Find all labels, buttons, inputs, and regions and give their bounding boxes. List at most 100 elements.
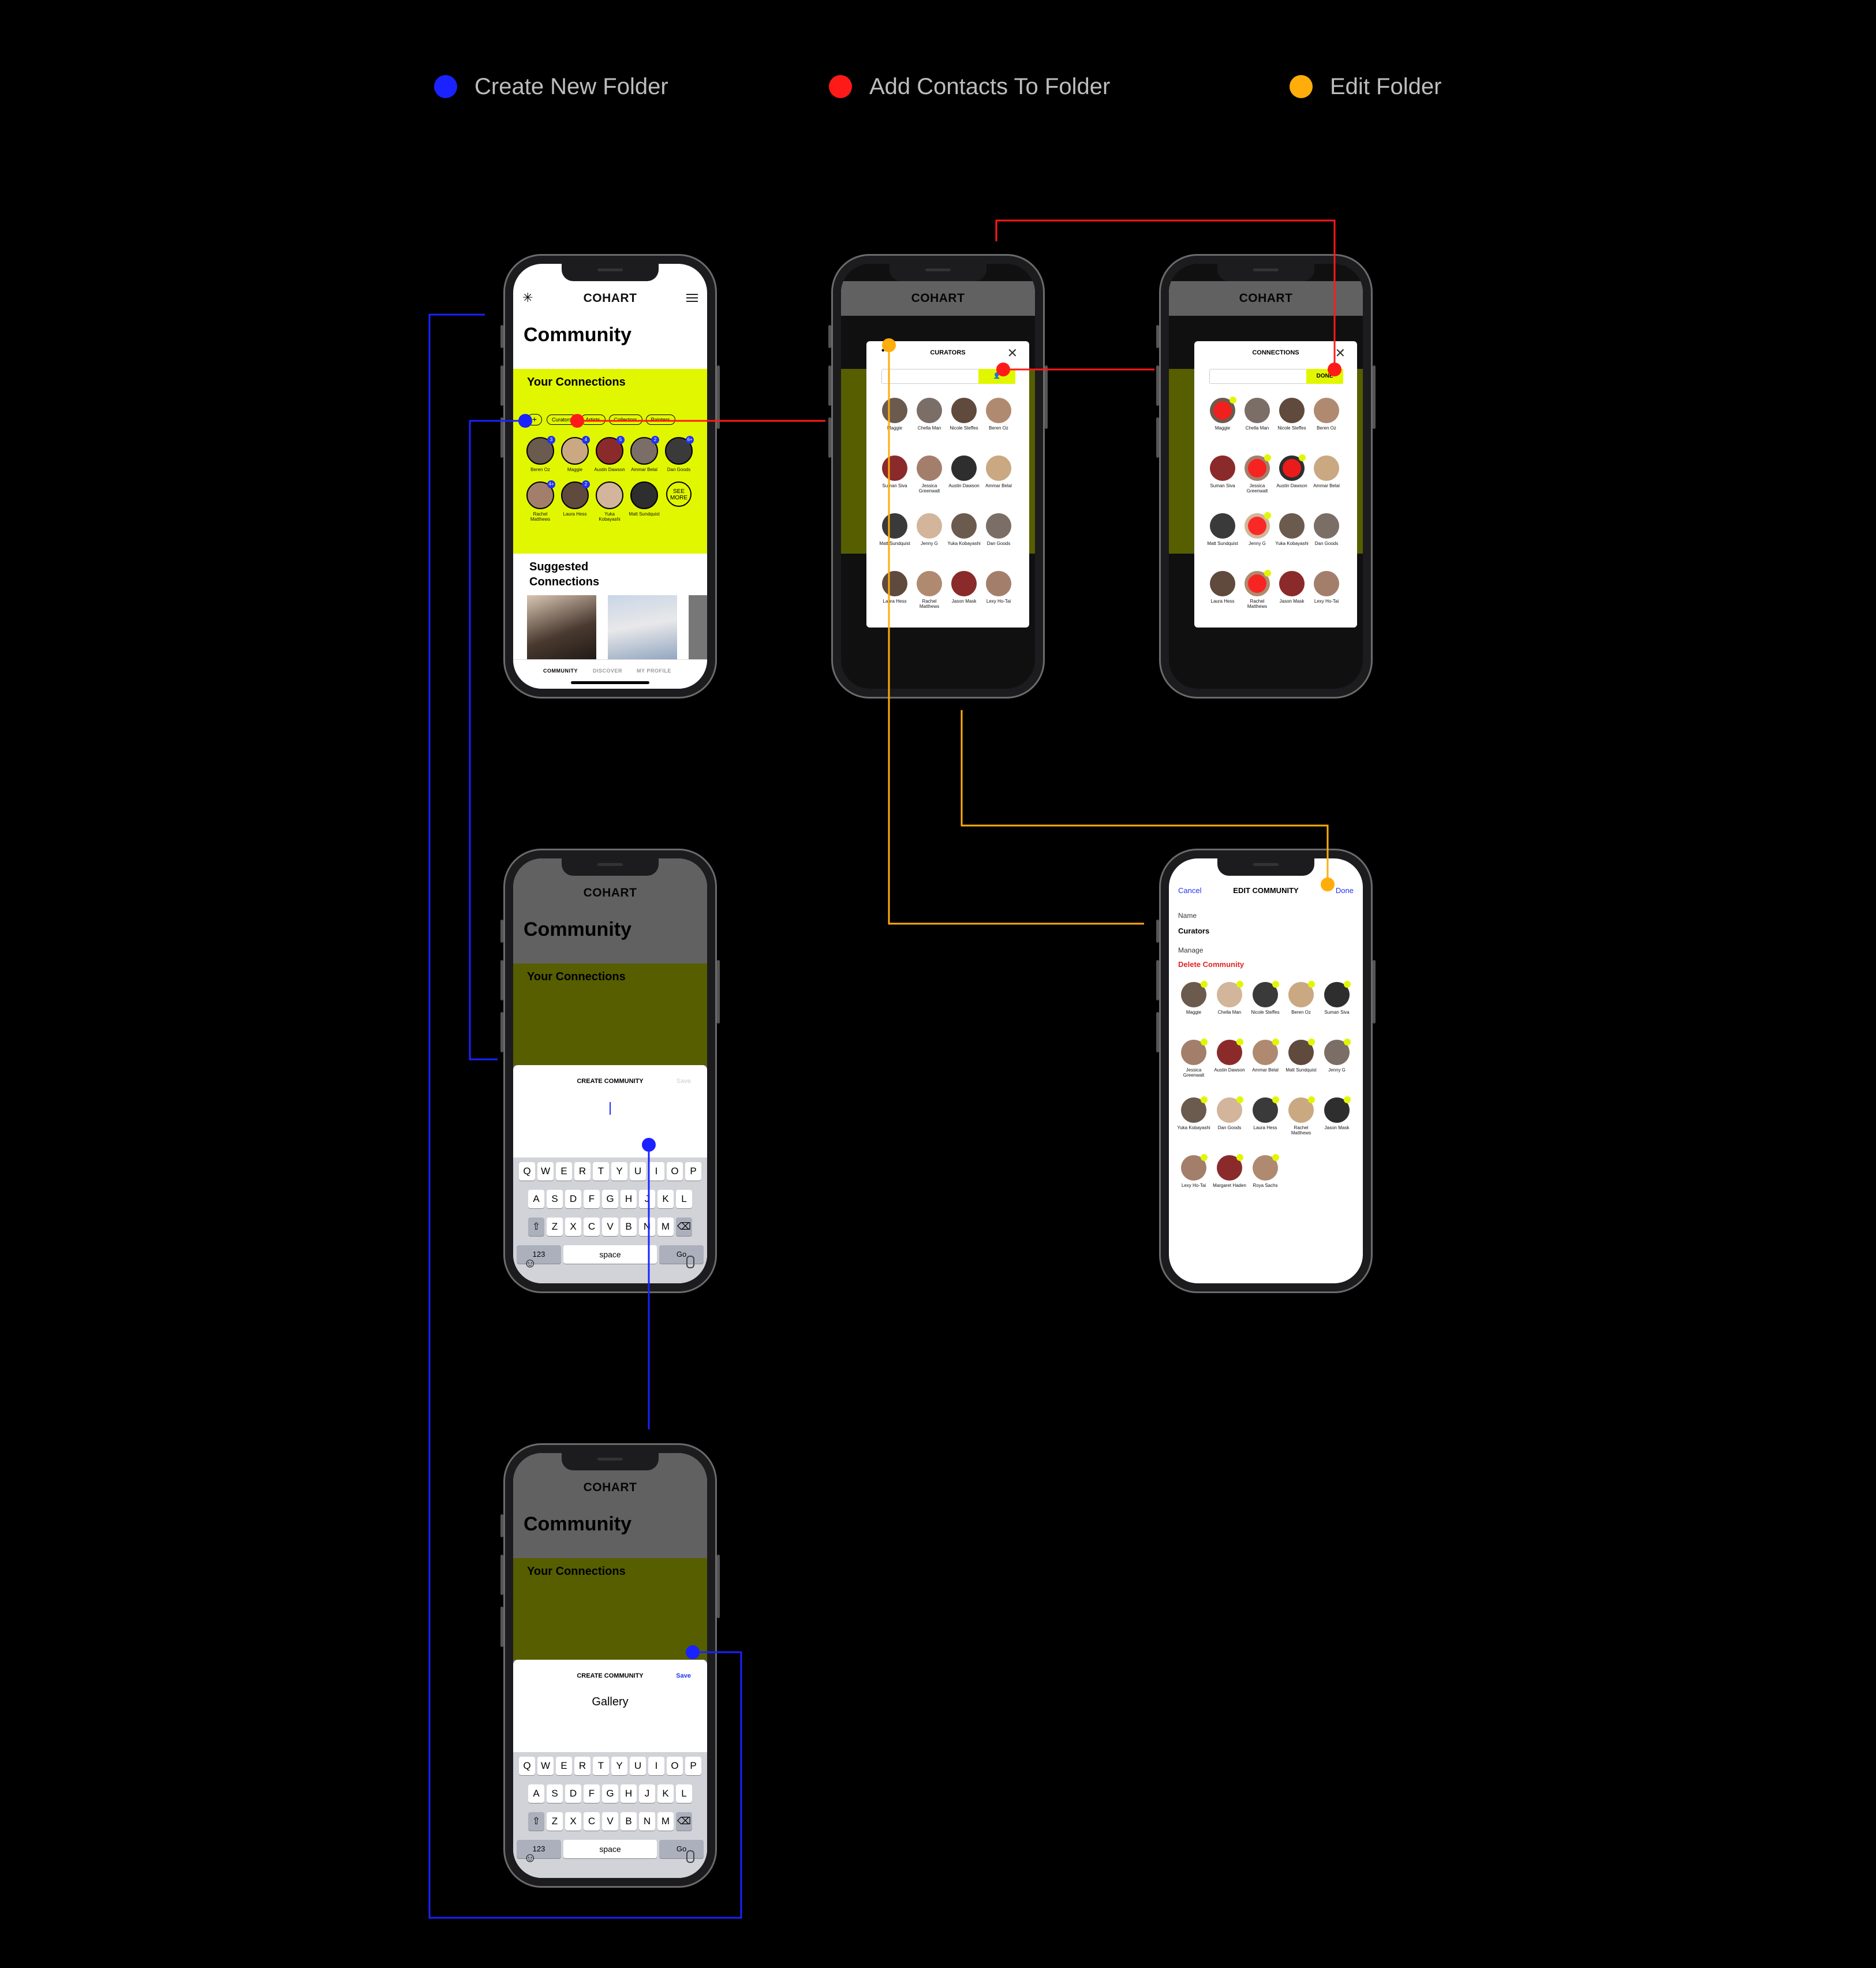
go-key[interactable]: Go: [659, 1840, 704, 1858]
key-c[interactable]: C: [584, 1218, 600, 1236]
key-r[interactable]: R: [574, 1162, 591, 1181]
suggested-photo[interactable]: [689, 595, 707, 663]
key-u[interactable]: U: [630, 1757, 646, 1775]
person-item[interactable]: Maggie: [1206, 397, 1239, 447]
connection-avatar[interactable]: 2 Laura Hess: [559, 480, 591, 522]
remove-icon[interactable]: [1308, 1039, 1315, 1045]
person-item[interactable]: Laura Hess: [1206, 571, 1239, 621]
chip-curators[interactable]: Curators: [547, 414, 577, 425]
person-item[interactable]: Nicole Steffes: [1275, 398, 1309, 447]
person-item[interactable]: Laura Hess: [878, 571, 911, 621]
remove-icon[interactable]: [1272, 1039, 1279, 1045]
remove-icon[interactable]: [1308, 981, 1315, 988]
person-item[interactable]: Austin Dawson: [1275, 454, 1309, 505]
tab-community[interactable]: COMMUNITY: [543, 668, 578, 674]
member-item[interactable]: Jessica Greenwalt: [1176, 1039, 1212, 1092]
remove-icon[interactable]: [1201, 1039, 1208, 1045]
person-item[interactable]: Yuka Kobayashi: [947, 513, 981, 563]
chip-artists[interactable]: Artists: [580, 414, 606, 425]
shift-icon[interactable]: ⇧: [528, 1218, 544, 1236]
key-d[interactable]: D: [565, 1784, 581, 1803]
remove-icon[interactable]: [1272, 1154, 1279, 1161]
key-a[interactable]: A: [528, 1784, 544, 1803]
name-field[interactable]: Curators: [1178, 927, 1209, 935]
key-i[interactable]: I: [648, 1162, 664, 1181]
go-key[interactable]: Go: [659, 1245, 704, 1264]
person-item[interactable]: Suman Siva: [878, 455, 911, 505]
hamburger-menu-icon[interactable]: [686, 294, 698, 302]
key-k[interactable]: K: [657, 1784, 674, 1803]
key-g[interactable]: G: [602, 1784, 618, 1803]
key-k[interactable]: K: [657, 1190, 674, 1208]
key-v[interactable]: V: [602, 1218, 618, 1236]
connection-avatar[interactable]: Matt Sundquist: [629, 481, 660, 522]
done-button[interactable]: DONE: [1306, 369, 1343, 384]
member-item[interactable]: Lexy Ho-Tai: [1176, 1154, 1212, 1207]
remove-icon[interactable]: [1201, 981, 1208, 988]
key-g[interactable]: G: [602, 1190, 618, 1208]
key-x[interactable]: X: [565, 1812, 581, 1831]
connection-avatar[interactable]: 2 Ammar Belal: [629, 436, 660, 472]
text-caret[interactable]: [610, 1102, 611, 1115]
person-item[interactable]: Beren Oz: [1310, 398, 1343, 447]
key-s[interactable]: S: [547, 1190, 563, 1208]
remove-icon[interactable]: [1236, 1096, 1243, 1103]
key-j[interactable]: J: [639, 1784, 655, 1803]
connection-avatar[interactable]: 5 Austin Dawson: [594, 436, 625, 472]
member-item[interactable]: Rachel Matthews: [1283, 1096, 1319, 1149]
connection-avatar[interactable]: 4+ Rachel Matthews: [525, 480, 556, 522]
remove-icon[interactable]: [1344, 1039, 1351, 1045]
key-u[interactable]: U: [630, 1162, 646, 1181]
person-item[interactable]: Maggie: [878, 398, 911, 447]
key-h[interactable]: H: [621, 1784, 637, 1803]
member-item[interactable]: Suman Siva: [1319, 981, 1355, 1034]
person-item[interactable]: Dan Goods: [982, 513, 1015, 563]
person-item[interactable]: Chella Man: [913, 398, 946, 447]
emoji-icon[interactable]: ☺: [524, 1850, 536, 1865]
suggested-photo[interactable]: [527, 595, 596, 663]
key-e[interactable]: E: [556, 1162, 572, 1181]
key-m[interactable]: M: [657, 1812, 674, 1831]
remove-icon[interactable]: [1272, 981, 1279, 988]
key-o[interactable]: O: [667, 1757, 683, 1775]
backspace-icon[interactable]: ⌫: [676, 1218, 692, 1236]
close-icon[interactable]: ✕: [1007, 346, 1018, 361]
person-item[interactable]: Chella Man: [1240, 398, 1274, 447]
person-item[interactable]: Jenny G: [913, 513, 946, 563]
suggested-photo[interactable]: [608, 595, 677, 663]
member-item[interactable]: Chella Man: [1212, 981, 1247, 1034]
space-key[interactable]: space: [563, 1840, 657, 1858]
save-button[interactable]: Save: [677, 1078, 691, 1085]
person-item[interactable]: Jessica Greenwalt: [1240, 454, 1274, 505]
member-item[interactable]: Laura Hess: [1247, 1096, 1283, 1149]
key-f[interactable]: F: [584, 1784, 600, 1803]
remove-icon[interactable]: [1344, 1096, 1351, 1103]
key-j[interactable]: J: [639, 1190, 655, 1208]
person-item[interactable]: Beren Oz: [982, 398, 1015, 447]
key-o[interactable]: O: [667, 1162, 683, 1181]
key-r[interactable]: R: [574, 1757, 591, 1775]
person-item[interactable]: Rachel Matthews: [1240, 570, 1274, 621]
key-v[interactable]: V: [602, 1812, 618, 1831]
emoji-icon[interactable]: ☺: [524, 1256, 536, 1271]
done-button[interactable]: Done: [1336, 886, 1354, 895]
person-item[interactable]: Suman Siva: [1206, 455, 1239, 505]
person-item[interactable]: Jenny G: [1240, 512, 1274, 563]
key-t[interactable]: T: [593, 1162, 609, 1181]
key-m[interactable]: M: [657, 1218, 674, 1236]
connection-avatar[interactable]: Yuka Kobayashi: [594, 481, 625, 522]
person-item[interactable]: Matt Sundquist: [878, 513, 911, 563]
chip-painters[interactable]: Painters: [645, 414, 675, 425]
key-i[interactable]: I: [648, 1757, 664, 1775]
member-item[interactable]: Dan Goods: [1212, 1096, 1247, 1149]
space-key[interactable]: space: [563, 1245, 657, 1264]
key-q[interactable]: Q: [519, 1162, 535, 1181]
key-x[interactable]: X: [565, 1218, 581, 1236]
person-item[interactable]: Yuka Kobayashi: [1275, 513, 1309, 563]
member-item[interactable]: Jenny G: [1319, 1039, 1355, 1092]
key-w[interactable]: W: [537, 1757, 554, 1775]
key-d[interactable]: D: [565, 1190, 581, 1208]
key-p[interactable]: P: [685, 1757, 701, 1775]
member-item[interactable]: Roya Sachs: [1247, 1154, 1283, 1207]
tab-my-profile[interactable]: MY PROFILE: [637, 668, 671, 674]
